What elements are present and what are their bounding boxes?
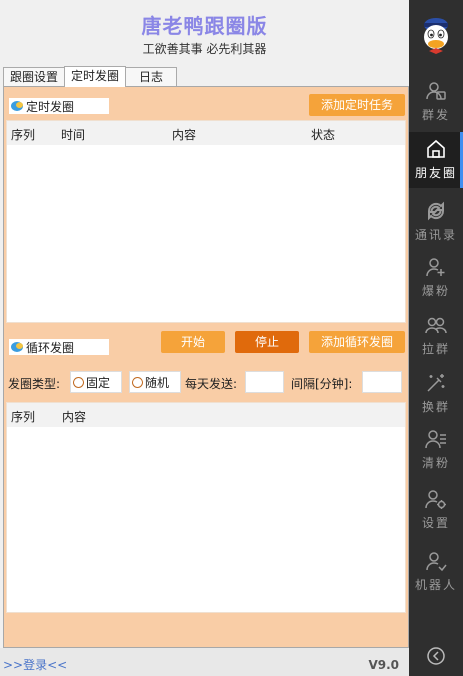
loop-section-label: 循环发圈 [26, 340, 75, 355]
nav-pull-group[interactable]: 拉群 [409, 308, 463, 364]
tab-scheduled-post[interactable]: 定时发圈 [64, 66, 127, 87]
add-scheduled-task-button[interactable]: 添加定时任务 [309, 94, 405, 116]
sidebar: 群发 朋友圈 通讯录 爆粉 拉群 换群 清粉 设置 机器人 [409, 0, 463, 676]
stop-button[interactable]: 停止 [235, 331, 299, 353]
app-title: 唐老鸭跟圈版 [141, 14, 268, 38]
nav-group-send[interactable]: 群发 [409, 74, 463, 130]
nav-label-settings: 设置 [421, 516, 450, 530]
group-send-icon [426, 82, 446, 100]
column-index: 序列 [11, 410, 36, 424]
app-header: 唐老鸭跟圈版 工欲善其事 必先利其器 [0, 0, 409, 64]
scheduled-section-header: 定时发圈 [9, 98, 109, 114]
nav-robot[interactable]: 机器人 [409, 544, 463, 600]
radio-random-label: 随机 [145, 375, 170, 390]
radio-circle-icon [132, 376, 143, 388]
donald-duck-avatar[interactable] [419, 15, 453, 55]
user-settings-icon [425, 490, 446, 509]
nav-label-robot: 机器人 [414, 578, 457, 592]
post-type-label: 发圈类型: [8, 377, 61, 391]
tab-bar: 跟圈设置 定时发圈 日志 [3, 66, 178, 87]
app-subtitle: 工欲善其事 必先利其器 [142, 42, 267, 56]
bird-icon [11, 100, 25, 112]
add-loop-post-button[interactable]: 添加循环发圈 [309, 331, 405, 353]
pull-group-icon [425, 317, 447, 334]
radio-fixed-label: 固定 [86, 375, 111, 390]
robot-user-icon [426, 552, 447, 572]
interval-label: 间隔[分钟]: [291, 377, 353, 391]
column-time: 时间 [61, 128, 86, 142]
daily-send-label: 每天发送: [185, 377, 238, 391]
scheduled-section-label: 定时发圈 [26, 99, 75, 114]
nav-label-switch-group: 换群 [421, 400, 450, 414]
nav-label-add-fans: 爆粉 [421, 284, 450, 298]
collapse-sidebar-icon[interactable] [426, 646, 446, 666]
column-content: 内容 [62, 410, 87, 424]
scheduled-task-table[interactable]: 序列 时间 内容 状态 [6, 120, 406, 323]
nav-label-pull-group: 拉群 [421, 342, 450, 356]
loop-section-header: 循环发圈 [9, 339, 109, 355]
clear-user-icon [425, 430, 446, 449]
nav-label-group-send: 群发 [421, 108, 450, 122]
column-index: 序列 [11, 128, 36, 142]
status-bar: >>登录<< V9.0 [0, 648, 409, 676]
interval-input[interactable] [362, 371, 402, 393]
refresh-icon [427, 201, 445, 221]
add-user-icon [426, 258, 445, 277]
nav-moments[interactable]: 朋友圈 [409, 132, 463, 188]
loop-table-header: 序列 内容 [7, 403, 405, 427]
radio-circle-icon [73, 376, 84, 388]
bird-icon [11, 341, 25, 353]
start-button[interactable]: 开始 [161, 331, 225, 353]
daily-send-input[interactable] [245, 371, 284, 393]
nav-add-fans[interactable]: 爆粉 [409, 250, 463, 306]
nav-label-contacts: 通讯录 [414, 228, 457, 242]
nav-settings[interactable]: 设置 [409, 482, 463, 538]
nav-contacts[interactable]: 通讯录 [409, 194, 463, 250]
tab-follow-settings[interactable]: 跟圈设置 [3, 67, 66, 87]
version-label: V9.0 [368, 658, 399, 672]
radio-fixed[interactable]: 固定 [70, 371, 122, 393]
column-content: 内容 [172, 128, 197, 142]
nav-switch-group[interactable]: 换群 [409, 366, 463, 422]
loop-post-table[interactable]: 序列 内容 [6, 402, 406, 613]
column-status: 状态 [311, 128, 336, 142]
nav-label-clear-fans: 清粉 [421, 456, 450, 470]
home-icon [427, 139, 445, 158]
magic-icon [427, 374, 445, 392]
scheduled-table-header: 序列 时间 内容 状态 [7, 121, 405, 145]
nav-label-moments: 朋友圈 [414, 166, 457, 180]
login-link[interactable]: >>登录<< [3, 656, 67, 673]
nav-clear-fans[interactable]: 清粉 [409, 422, 463, 478]
radio-random[interactable]: 随机 [129, 371, 181, 393]
tab-log[interactable]: 日志 [125, 67, 178, 87]
scheduled-post-panel: 定时发圈 添加定时任务 序列 时间 内容 状态 循环发圈 开始 停止 添加循环发… [3, 86, 409, 648]
